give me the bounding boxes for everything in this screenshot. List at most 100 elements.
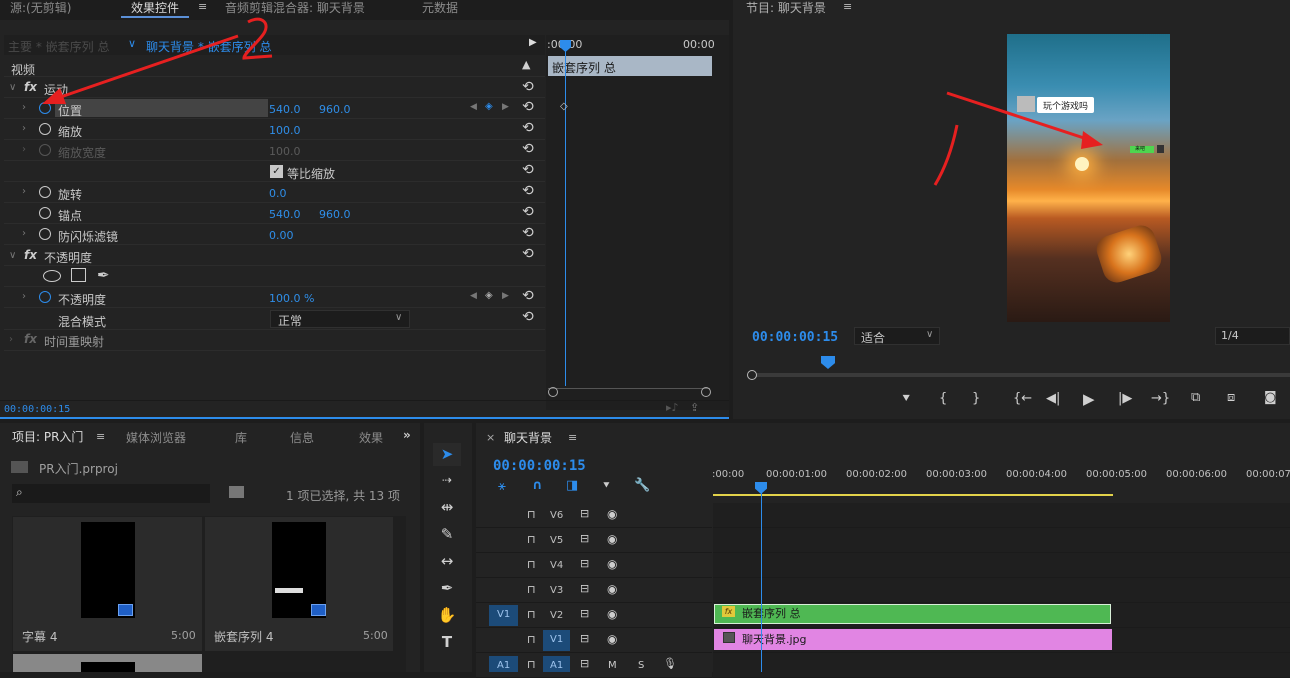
reset-icon[interactable]: ⟲: [522, 162, 534, 178]
step-back-icon[interactable]: ◀|: [1046, 391, 1060, 406]
tab-info[interactable]: 信息: [280, 429, 324, 446]
anchor-x[interactable]: 540.0: [269, 208, 301, 221]
mark-out-icon[interactable]: }: [972, 391, 980, 406]
anchor-y[interactable]: 960.0: [319, 208, 351, 221]
selection-tool-icon[interactable]: ➤: [433, 442, 461, 466]
stopwatch-icon[interactable]: [39, 207, 51, 219]
next-keyframe-icon[interactable]: ▶: [502, 291, 509, 301]
export-icon[interactable]: ⇪: [690, 401, 699, 414]
track-header-v4[interactable]: [476, 553, 712, 578]
wrench-icon[interactable]: 🔧: [634, 478, 650, 493]
go-to-out-icon[interactable]: →}: [1151, 391, 1170, 406]
program-playhead[interactable]: [821, 356, 835, 369]
reset-icon[interactable]: ⟲: [522, 225, 534, 241]
track-select-tool-icon[interactable]: ⇢: [433, 468, 461, 492]
tab-project[interactable]: 项目: PR入门: [2, 428, 93, 445]
add-keyframe-icon[interactable]: ◈: [485, 101, 493, 112]
lock-icon[interactable]: ⊓: [527, 658, 536, 671]
sync-icon[interactable]: ⊟: [580, 632, 589, 645]
lock-icon[interactable]: ⊓: [527, 608, 536, 621]
work-area-bar[interactable]: [713, 494, 1113, 496]
zoom-handle-right[interactable]: [701, 387, 711, 397]
tab-metadata[interactable]: 元数据: [412, 0, 468, 16]
ripple-edit-tool-icon[interactable]: ⇹: [433, 495, 461, 519]
track-header-v3[interactable]: [476, 578, 712, 603]
menu-icon[interactable]: ≡: [96, 430, 105, 443]
razor-tool-icon[interactable]: ✎: [433, 522, 461, 546]
flicker-value[interactable]: 0.00: [269, 229, 294, 242]
eye-icon[interactable]: ◉: [607, 507, 617, 521]
go-to-in-icon[interactable]: {←: [1013, 391, 1032, 406]
pen-tool-icon[interactable]: ✒: [433, 576, 461, 600]
audio-icon[interactable]: ▸♪: [666, 401, 679, 414]
prev-keyframe-icon[interactable]: ◀: [470, 102, 477, 112]
track-header-v5[interactable]: [476, 528, 712, 553]
mute-button[interactable]: M: [608, 660, 617, 671]
keyframe-diamond[interactable]: ◇: [560, 101, 568, 112]
eye-icon[interactable]: ◉: [607, 582, 617, 596]
reset-icon[interactable]: ⟲: [522, 288, 534, 304]
lock-icon[interactable]: ⊓: [527, 633, 536, 646]
add-keyframe-icon[interactable]: ◈: [485, 290, 493, 301]
reset-icon[interactable]: ⟲: [522, 120, 534, 136]
opacity-value[interactable]: 100.0 %: [269, 292, 314, 305]
reset-icon[interactable]: ⟲: [522, 204, 534, 220]
play-icon[interactable]: ▶: [1083, 390, 1095, 408]
more-tabs-icon[interactable]: »: [403, 428, 411, 442]
play-triangle-icon[interactable]: ▶: [529, 37, 537, 48]
lock-icon[interactable]: ⊓: [527, 508, 536, 521]
stopwatch-icon[interactable]: [39, 123, 51, 135]
uniform-scale-checkbox[interactable]: ✓: [270, 165, 283, 178]
reset-icon[interactable]: ⟲: [522, 309, 534, 325]
snap-icon[interactable]: ⚹: [498, 479, 506, 494]
step-forward-icon[interactable]: |▶: [1118, 391, 1132, 406]
scrubber-handle[interactable]: [747, 370, 757, 380]
reset-icon[interactable]: ⟲: [522, 99, 534, 115]
playhead-line[interactable]: [565, 42, 566, 386]
reset-icon[interactable]: ⟲: [522, 183, 534, 199]
rectangle-mask-icon[interactable]: [71, 268, 86, 282]
extract-icon[interactable]: ⧈: [1227, 390, 1235, 405]
camera-icon[interactable]: ◙: [1264, 390, 1277, 405]
linked-selection-icon[interactable]: ◨: [566, 478, 578, 493]
magnet-icon[interactable]: ∩: [532, 478, 543, 493]
lock-icon[interactable]: ⊓: [527, 533, 536, 546]
eye-icon[interactable]: ◉: [607, 607, 617, 621]
eye-icon[interactable]: ◉: [607, 532, 617, 546]
tab-effects[interactable]: 效果: [349, 429, 389, 446]
hand-tool-icon[interactable]: ✋: [433, 603, 461, 627]
microphone-icon[interactable]: 🎙: [663, 657, 677, 670]
marker-icon[interactable]: ⯆: [901, 392, 911, 407]
tab-media-browser[interactable]: 媒体浏览器: [116, 429, 196, 446]
reset-icon[interactable]: ⟲: [522, 141, 534, 157]
reset-icon[interactable]: ⟲: [522, 246, 534, 262]
timeline-timecode[interactable]: 00:00:00:15: [493, 458, 586, 474]
eye-icon[interactable]: ◉: [607, 632, 617, 646]
stopwatch-icon[interactable]: [39, 291, 51, 303]
search-input[interactable]: [12, 484, 210, 503]
mark-in-icon[interactable]: {: [939, 391, 947, 406]
stopwatch-icon[interactable]: [39, 186, 51, 198]
slip-tool-icon[interactable]: ↔: [433, 549, 461, 573]
program-scrubber[interactable]: [750, 373, 1290, 377]
scroll-up-icon[interactable]: ▲: [522, 58, 530, 71]
marker-icon[interactable]: ⯆: [602, 479, 611, 493]
program-timecode[interactable]: 00:00:00:15: [752, 330, 838, 345]
reset-icon[interactable]: ⟲: [522, 79, 534, 95]
stopwatch-icon[interactable]: [39, 228, 51, 240]
eye-icon[interactable]: ◉: [607, 557, 617, 571]
sync-icon[interactable]: ⊟: [580, 582, 589, 595]
program-title[interactable]: 节目: 聊天背景: [736, 0, 836, 16]
pen-mask-icon[interactable]: ✒: [97, 266, 110, 284]
track-header-v6[interactable]: [476, 503, 712, 528]
sequence-title[interactable]: 聊天背景: [504, 429, 552, 446]
type-tool-icon[interactable]: T: [433, 630, 461, 654]
sync-icon[interactable]: ⊟: [580, 532, 589, 545]
menu-icon[interactable]: ≡: [843, 0, 852, 13]
close-icon[interactable]: ×: [486, 431, 495, 444]
position-y[interactable]: 960.0: [319, 103, 351, 116]
menu-icon[interactable]: ≡: [568, 431, 577, 444]
solo-button[interactable]: S: [638, 660, 644, 671]
lift-icon[interactable]: ⧉: [1191, 390, 1200, 405]
tab-library[interactable]: 库: [225, 429, 257, 446]
